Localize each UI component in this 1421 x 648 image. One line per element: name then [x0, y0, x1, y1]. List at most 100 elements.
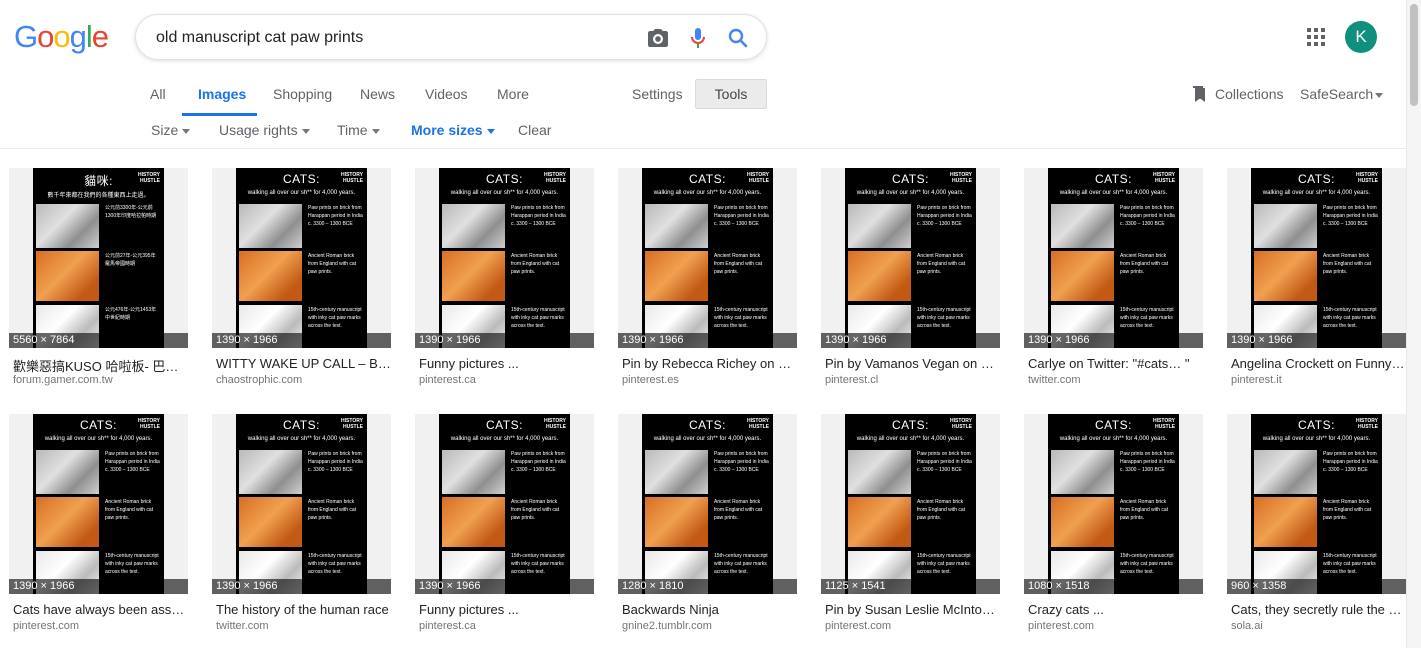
result-site[interactable]: pinterest.es	[622, 374, 679, 386]
result-site[interactable]: gnine2.tumblr.com	[622, 620, 712, 632]
result-site[interactable]: chaostrophic.com	[216, 374, 302, 386]
image-result[interactable]: CATS: HISTORY HUSTLE walking all over our…	[821, 168, 1000, 398]
image-result[interactable]: CATS: HISTORY HUSTLE walking all over our…	[415, 414, 594, 644]
roman-brick-image	[36, 497, 99, 547]
cat-poster-image: CATS: HISTORY HUSTLE walking all over our…	[1048, 414, 1179, 594]
result-site[interactable]: twitter.com	[216, 620, 269, 632]
result-thumbnail[interactable]: CATS: HISTORY HUSTLE walking all over our…	[415, 168, 594, 348]
result-thumbnail[interactable]: CATS: HISTORY HUSTLE walking all over our…	[212, 414, 391, 594]
result-site[interactable]: sola.ai	[1231, 620, 1263, 632]
image-result[interactable]: CATS: HISTORY HUSTLE walking all over our…	[1024, 414, 1203, 644]
poster-caption: Ancient Roman brick from England with ca…	[105, 499, 154, 521]
result-site[interactable]: pinterest.ca	[419, 374, 476, 386]
tab-images[interactable]: Images	[198, 86, 246, 102]
cat-poster-image: CATS: HISTORY HUSTLE walking all over our…	[236, 414, 367, 594]
image-result[interactable]: CATS: HISTORY HUSTLE walking all over our…	[618, 414, 797, 644]
result-thumbnail[interactable]: CATS: HISTORY HUSTLE walking all over our…	[618, 414, 797, 594]
poster-caption: Paw prints on brick from Harappan period…	[308, 451, 363, 473]
image-result[interactable]: CATS: HISTORY HUSTLE walking all over our…	[1227, 168, 1406, 398]
result-thumbnail[interactable]: CATS: HISTORY HUSTLE walking all over our…	[1227, 414, 1406, 594]
result-thumbnail[interactable]: CATS: HISTORY HUSTLE walking all over our…	[1024, 168, 1203, 348]
result-title[interactable]: The history of the human race	[216, 602, 391, 617]
filter-time[interactable]: Time	[337, 122, 380, 138]
poster-caption: 15th-century manuscript with inky cat pa…	[511, 553, 565, 575]
result-thumbnail[interactable]: CATS: HISTORY HUSTLE walking all over our…	[212, 168, 391, 348]
search-icon[interactable]	[726, 26, 750, 50]
result-site[interactable]: pinterest.com	[1028, 620, 1094, 632]
account-avatar[interactable]: K	[1345, 21, 1377, 53]
result-thumbnail[interactable]: CATS: HISTORY HUSTLE walking all over our…	[821, 168, 1000, 348]
result-site[interactable]: pinterest.it	[1231, 374, 1282, 386]
image-result[interactable]: CATS: HISTORY HUSTLE walking all over our…	[1024, 168, 1203, 398]
roman-brick-image	[442, 251, 505, 301]
result-site[interactable]: pinterest.com	[13, 620, 79, 632]
settings-link[interactable]: Settings	[632, 86, 683, 102]
roman-brick-image	[645, 251, 708, 301]
tab-all[interactable]: All	[150, 86, 166, 102]
camera-icon[interactable]	[646, 26, 670, 50]
filter-usage-rights[interactable]: Usage rights	[219, 122, 310, 138]
google-logo[interactable]: Google	[14, 19, 109, 55]
image-result[interactable]: CATS: HISTORY HUSTLE walking all over our…	[9, 414, 188, 644]
filter-more-sizes[interactable]: More sizes	[411, 122, 495, 138]
result-title[interactable]: Pin by Susan Leslie McIntosh on Cats	[825, 602, 1000, 617]
result-title[interactable]: Angelina Crockett on Funny kitties	[1231, 356, 1406, 371]
scrollbar-thumb[interactable]	[1410, 4, 1418, 106]
image-dimensions: 1390 × 1966	[1227, 333, 1406, 348]
result-title[interactable]: Carlye on Twitter: "#cats… "	[1028, 356, 1203, 371]
poster-caption: 公元476年-公元1453年中世紀時期	[105, 307, 157, 321]
image-result[interactable]: CATS: HISTORY HUSTLE walking all over our…	[618, 168, 797, 398]
result-thumbnail[interactable]: CATS: HISTORY HUSTLE walking all over our…	[1024, 414, 1203, 594]
result-title[interactable]: Backwards Ninja	[622, 602, 797, 617]
tab-more[interactable]: More	[497, 86, 529, 102]
tab-videos[interactable]: Videos	[425, 86, 468, 102]
tab-news[interactable]: News	[360, 86, 395, 102]
apps-grid-icon[interactable]	[1307, 28, 1325, 46]
poster-caption: 15th-century manuscript with inky cat pa…	[308, 553, 362, 575]
result-title[interactable]: Cats have always been assholes	[13, 602, 188, 617]
result-site[interactable]: pinterest.cl	[825, 374, 878, 386]
image-result[interactable]: CATS: HISTORY HUSTLE walking all over our…	[415, 168, 594, 398]
result-thumbnail[interactable]: CATS: HISTORY HUSTLE walking all over our…	[415, 414, 594, 594]
result-thumbnail[interactable]: CATS: HISTORY HUSTLE walking all over our…	[1227, 168, 1406, 348]
result-title[interactable]: Cats, they secretly rule the world	[1231, 602, 1406, 617]
result-title[interactable]: 歡樂惡搞KUSO 哈啦板- 巴哈姆特	[13, 356, 188, 375]
result-title[interactable]: Funny pictures ...	[419, 356, 594, 371]
safesearch-dropdown[interactable]: SafeSearch	[1300, 86, 1384, 102]
paw-print-brick-image	[442, 204, 505, 248]
poster-caption: Ancient Roman brick from England with ca…	[917, 253, 966, 275]
image-result[interactable]: 貓咪: HISTORY HUSTLE 數千年來都在我們的各種東西上走過。 公元前3…	[9, 168, 188, 398]
poster-subtitle: walking all over our sh** for 4,000 year…	[653, 436, 762, 442]
image-result[interactable]: CATS: HISTORY HUSTLE walking all over our…	[212, 414, 391, 644]
result-title[interactable]: Pin by Rebecca Richey on giggles	[622, 356, 797, 371]
result-thumbnail[interactable]: CATS: HISTORY HUSTLE walking all over our…	[821, 414, 1000, 594]
image-result[interactable]: CATS: HISTORY HUSTLE walking all over our…	[821, 414, 1000, 644]
result-title[interactable]: Funny pictures ...	[419, 602, 594, 617]
result-site[interactable]: pinterest.ca	[419, 620, 476, 632]
microphone-icon[interactable]	[686, 26, 710, 50]
chevron-down-icon	[182, 128, 191, 134]
result-site[interactable]: forum.gamer.com.tw	[13, 374, 113, 386]
poster-subtitle: walking all over our sh** for 4,000 year…	[247, 190, 356, 196]
filter-size[interactable]: Size	[151, 122, 191, 138]
image-result[interactable]: CATS: HISTORY HUSTLE walking all over our…	[212, 168, 391, 398]
tab-shopping[interactable]: Shopping	[273, 86, 332, 102]
result-thumbnail[interactable]: CATS: HISTORY HUSTLE walking all over our…	[9, 414, 188, 594]
search-input[interactable]	[156, 26, 626, 50]
filter-clear[interactable]: Clear	[518, 122, 551, 138]
result-site[interactable]: pinterest.com	[825, 620, 891, 632]
poster-subtitle: walking all over our sh** for 4,000 year…	[450, 436, 559, 442]
result-site[interactable]: twitter.com	[1028, 374, 1081, 386]
scrollbar[interactable]	[1406, 0, 1421, 648]
image-dimensions: 1390 × 1966	[212, 333, 391, 348]
image-dimensions: 1390 × 1966	[9, 579, 188, 594]
image-result[interactable]: CATS: HISTORY HUSTLE walking all over our…	[1227, 414, 1406, 644]
poster-badge: HISTORY HUSTLE	[341, 172, 363, 184]
result-title[interactable]: Pin by Vamanos Vegan on Cats	[825, 356, 1000, 371]
result-thumbnail[interactable]: 貓咪: HISTORY HUSTLE 數千年來都在我們的各種東西上走過。 公元前3…	[9, 168, 188, 348]
search-box[interactable]	[135, 14, 767, 60]
result-title[interactable]: Crazy cats ...	[1028, 602, 1203, 617]
result-title[interactable]: WITTY WAKE UP CALL – BIG BROTHER	[216, 356, 391, 371]
result-thumbnail[interactable]: CATS: HISTORY HUSTLE walking all over our…	[618, 168, 797, 348]
tools-button[interactable]: Tools	[695, 79, 767, 109]
